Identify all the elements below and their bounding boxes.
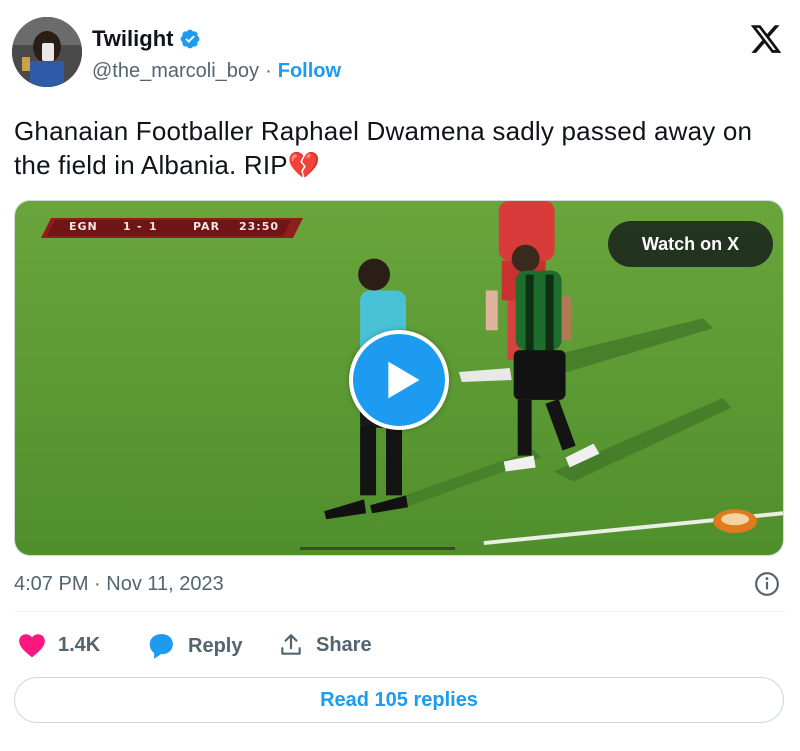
share-icon: [281, 634, 301, 655]
verified-badge-icon: [181, 29, 200, 49]
separator-dot: ·: [265, 60, 272, 82]
user-name-row: Twilight: [92, 26, 201, 52]
follow-link[interactable]: Follow: [278, 60, 341, 83]
video-media[interactable]: EGN 1 - 1 PAR 23:50 Watch on X: [14, 200, 784, 556]
play-button[interactable]: [349, 330, 449, 430]
scoreboard-score-separator: -: [137, 220, 143, 233]
x-logo-icon[interactable]: [748, 22, 784, 56]
info-icon[interactable]: [754, 571, 780, 597]
reply-bubble-icon: [149, 634, 173, 659]
handle-row: @the_marcoli_boy · Follow: [92, 60, 341, 83]
user-handle[interactable]: @the_marcoli_boy: [92, 60, 259, 83]
like-count: 1.4K: [58, 633, 101, 656]
divider: [14, 611, 786, 612]
scoreboard-overlay: EGN 1 - 1 PAR 23:50: [41, 218, 303, 238]
reply-label: Reply: [188, 634, 243, 657]
play-icon: [388, 361, 420, 399]
heart-icon: [19, 634, 45, 658]
scoreboard-home-team: EGN: [69, 220, 98, 233]
like-button[interactable]: 1.4K: [18, 632, 100, 658]
avatar-image: [12, 17, 82, 87]
broadcaster-logo: [713, 509, 758, 534]
scoreboard-home-score: 1: [123, 220, 132, 233]
tweet-embed-card: Twilight @the_marcoli_boy · Follow Ghana…: [0, 0, 800, 751]
share-button[interactable]: Share: [278, 632, 372, 658]
avatar[interactable]: [12, 17, 82, 87]
video-progress-bar[interactable]: [300, 547, 455, 550]
read-replies-button[interactable]: Read 105 replies: [14, 677, 784, 723]
watch-on-x-button[interactable]: Watch on X: [608, 221, 773, 267]
display-name[interactable]: Twilight: [92, 26, 173, 52]
share-label: Share: [316, 633, 372, 656]
tweet-timestamp[interactable]: 4:07 PM · Nov 11, 2023: [14, 573, 224, 596]
scoreboard-away-score: 1: [149, 220, 158, 233]
scoreboard-clock: 23:50: [239, 220, 280, 233]
reply-button[interactable]: Reply: [146, 632, 242, 660]
tweet-text: Ghanaian Footballer Raphael Dwamena sadl…: [14, 116, 753, 180]
scoreboard-away-team: PAR: [193, 220, 221, 233]
